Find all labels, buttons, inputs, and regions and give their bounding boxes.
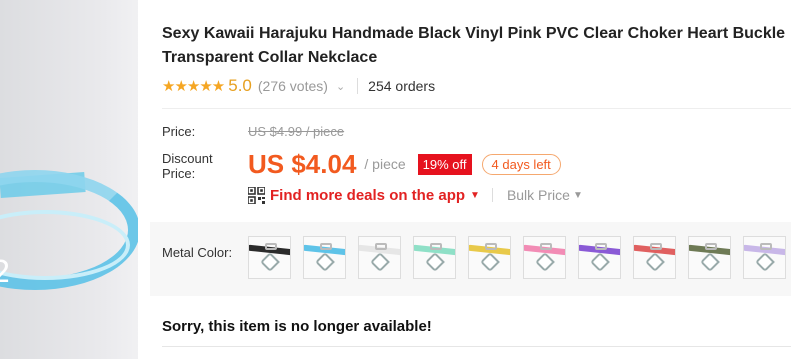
buckle-icon [265,243,277,250]
color-swatch-purple[interactable] [578,236,621,279]
section-divider [162,346,791,347]
app-deals-link[interactable]: Find more deals on the app [270,187,465,204]
original-price: US $4.99 / piece [248,124,345,139]
buckle-icon [540,243,552,250]
qr-code-icon [248,186,265,204]
discount-price: US $4.04 [248,148,357,179]
price-unit: / piece [364,156,406,172]
rating-score: 5.0 [228,76,252,95]
heart-icon [700,252,720,272]
heart-icon [260,252,280,272]
color-swatch-red[interactable] [633,236,676,279]
heart-icon [590,252,610,272]
buckle-icon [705,243,717,250]
heart-icon [755,252,775,272]
buckle-icon [760,243,772,250]
color-swatch-black[interactable] [248,236,291,279]
price-label: Price: [162,124,196,139]
chevron-down-icon[interactable]: ⌄ [336,80,345,93]
time-left-badge: 4 days left [481,153,561,175]
buckle-icon [595,243,607,250]
product-info-panel: Sexy Kawaii Harajuku Handmade Black Viny… [150,0,791,359]
heart-icon [315,252,335,272]
caret-down-icon[interactable]: ▼ [573,190,583,201]
bulk-price-dropdown[interactable]: Bulk Price [507,187,570,203]
image-divider [138,0,150,359]
buckle-icon [485,243,497,250]
rating-row: ★★★★★ 5.0 (276 votes) ⌄ 254 orders [162,75,435,97]
buckle-icon [320,243,332,250]
metal-color-label: Metal Color: [162,245,233,260]
color-swatch-lavender[interactable] [743,236,786,279]
color-swatch-yellow[interactable] [468,236,511,279]
discount-badge: 19% off [417,153,472,175]
image-fragment: 2 [0,255,12,290]
color-swatch-mint[interactable] [413,236,456,279]
heart-icon [425,252,445,272]
color-swatch-pink[interactable] [523,236,566,279]
heart-icon [535,252,555,272]
discount-price-row: US $4.04 / piece 19% off 4 days left [248,146,561,182]
product-title: Sexy Kawaii Harajuku Handmade Black Viny… [162,25,786,66]
color-swatch-clear[interactable] [358,236,401,279]
heart-icon [645,252,665,272]
divider [357,78,359,94]
discount-label-line2: Price: [162,166,196,181]
heart-icon [370,252,390,272]
heart-icon [480,252,500,272]
color-swatch-blue[interactable] [303,236,346,279]
caret-down-icon[interactable]: ▼ [470,190,480,201]
divider [491,188,493,202]
section-divider [162,108,791,109]
product-image[interactable]: 2 [0,0,150,359]
color-swatch-olive[interactable] [688,236,731,279]
unavailable-message: Sorry, this item is no longer available! [162,318,432,335]
color-swatches [248,236,786,279]
order-count: 254 orders [368,78,436,94]
buckle-icon [430,243,442,250]
buckle-icon [650,243,662,250]
star-rating-icon: ★★★★★ [162,78,225,95]
deal-row: Find more deals on the app ▼ Bulk Price … [248,184,583,206]
buckle-icon [375,243,387,250]
discount-label-line1: Discount [162,151,213,166]
discount-price-label: Discount Price: [162,151,213,181]
rating-votes[interactable]: (276 votes) [258,78,328,94]
